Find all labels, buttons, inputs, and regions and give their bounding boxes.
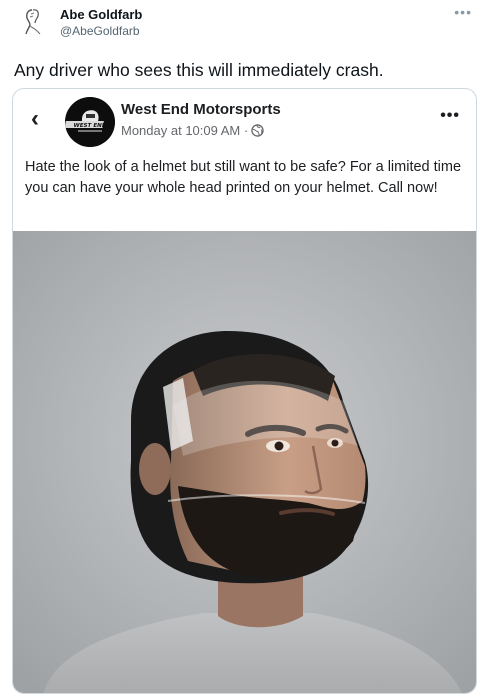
author-handle[interactable]: @AbeGoldfarb [60, 24, 140, 38]
page-name[interactable]: West End Motorsports [121, 101, 281, 118]
author-name[interactable]: Abe Goldfarb [60, 7, 142, 22]
post-photo[interactable] [13, 231, 477, 694]
more-horizontal-icon[interactable]: ••• [440, 107, 460, 125]
page-logo-text: WEST END [74, 123, 107, 129]
post-timestamp[interactable]: Monday at 10:09 AM · [121, 123, 248, 138]
post-meta: Monday at 10:09 AM · [121, 123, 264, 138]
motorsport-logo-icon: WEST END [65, 97, 115, 147]
more-horizontal-icon[interactable]: ••• [454, 4, 472, 20]
tweet-header: Abe Goldfarb @AbeGoldfarb ••• [0, 0, 488, 52]
tweet-text: Any driver who sees this will immediatel… [14, 60, 384, 80]
author-avatar[interactable] [18, 4, 50, 38]
page-logo[interactable]: WEST END [65, 97, 115, 147]
avatar-sketch-icon [25, 9, 41, 35]
facebook-post-screenshot[interactable]: ‹ WEST END West End Motorsports Monday a… [12, 88, 477, 694]
ear [139, 443, 171, 495]
chevron-left-icon[interactable]: ‹ [31, 107, 39, 131]
post-text: Hate the look of a helmet but still want… [25, 159, 462, 196]
globe-icon [251, 124, 264, 137]
